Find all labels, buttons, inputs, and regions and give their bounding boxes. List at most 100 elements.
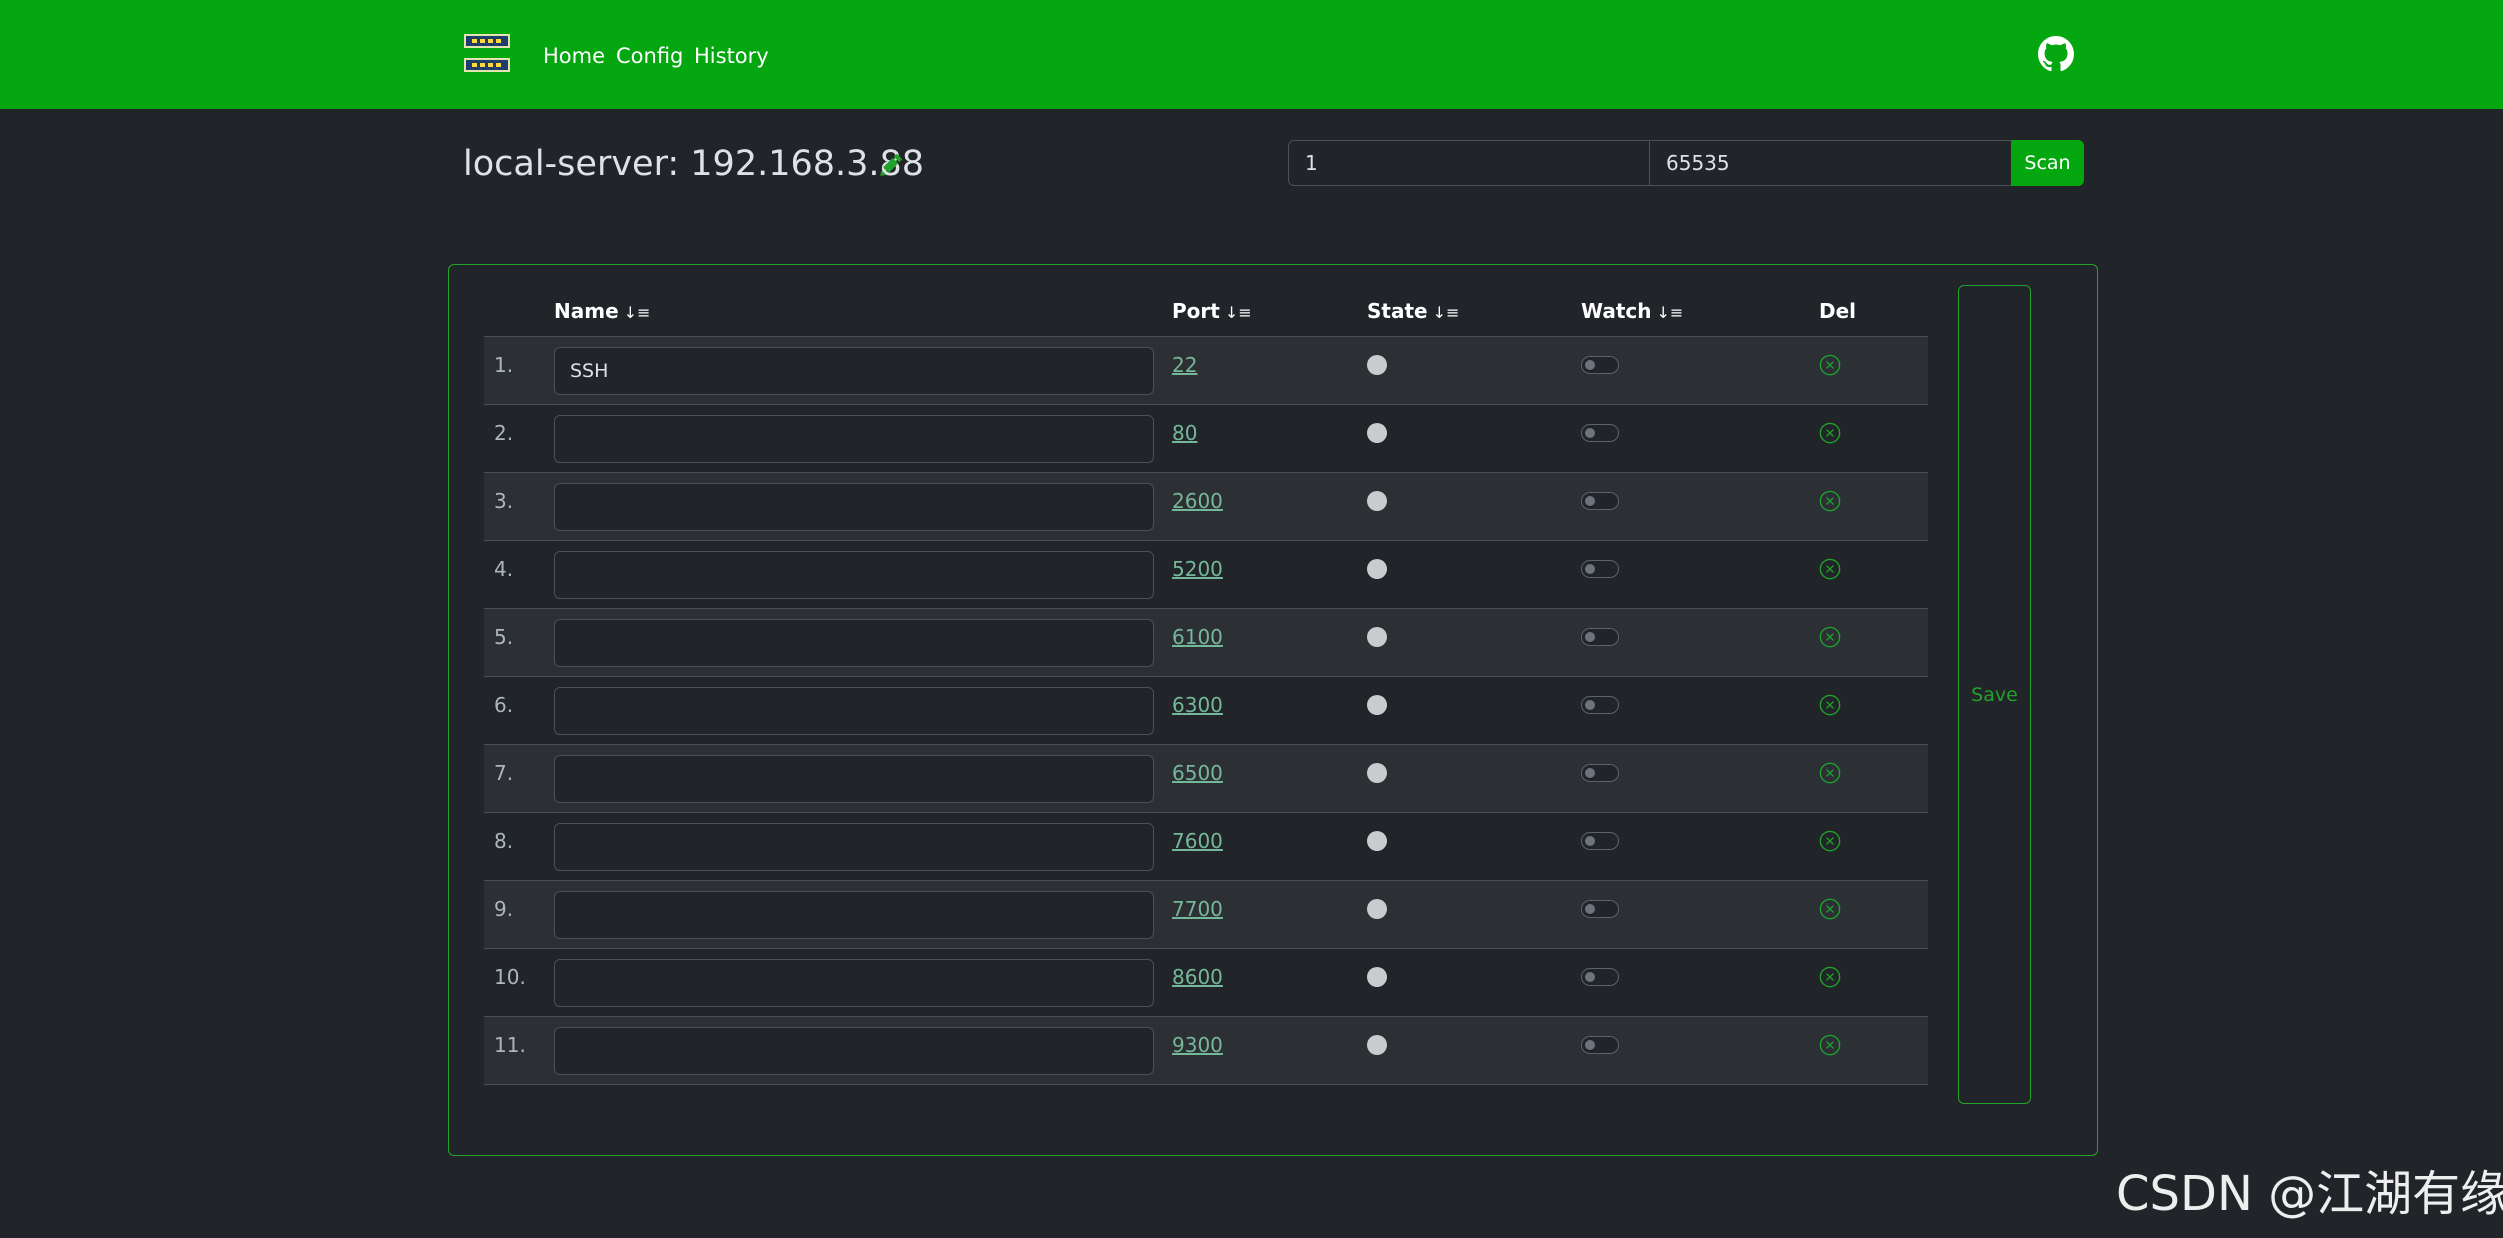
circle-x-icon[interactable]	[1819, 626, 1841, 648]
port-name-input[interactable]	[554, 823, 1154, 871]
nav-home-link[interactable]: Home	[543, 40, 605, 72]
github-icon[interactable]	[2038, 36, 2074, 72]
circle-x-icon[interactable]	[1819, 694, 1841, 716]
watch-toggle[interactable]	[1581, 900, 1619, 918]
watch-toggle[interactable]	[1581, 764, 1619, 782]
state-dot-icon	[1367, 423, 1387, 443]
port-name-input[interactable]	[554, 891, 1154, 939]
table-row: 7. 6500	[484, 745, 1928, 813]
port-link[interactable]: 22	[1172, 337, 1197, 393]
port-link[interactable]: 8600	[1172, 949, 1223, 1005]
circle-x-icon[interactable]	[1819, 898, 1841, 920]
circle-x-icon[interactable]	[1819, 830, 1841, 852]
port-name-input[interactable]	[554, 619, 1154, 667]
circle-x-icon[interactable]	[1819, 490, 1841, 512]
port-name-input[interactable]	[554, 959, 1154, 1007]
watch-toggle[interactable]	[1581, 1036, 1619, 1054]
port-range-start-input[interactable]	[1288, 140, 1650, 186]
port-name-input[interactable]	[554, 415, 1154, 463]
row-index: 9.	[494, 897, 514, 921]
port-link[interactable]: 2600	[1172, 473, 1223, 529]
toggle-knob	[1585, 972, 1595, 982]
circle-x-icon[interactable]	[1819, 1034, 1841, 1056]
port-link[interactable]: 7700	[1172, 881, 1223, 937]
column-name-label: Name	[554, 299, 619, 323]
watch-toggle[interactable]	[1581, 832, 1619, 850]
pencil-icon[interactable]	[878, 154, 902, 178]
state-dot-icon	[1367, 1035, 1387, 1055]
toggle-knob	[1585, 836, 1595, 846]
port-name-input[interactable]	[554, 687, 1154, 735]
server-logo-icon[interactable]	[464, 34, 510, 74]
port-link[interactable]: 5200	[1172, 541, 1223, 597]
table-row: 10. 8600	[484, 949, 1928, 1017]
port-link[interactable]: 80	[1172, 405, 1197, 461]
nav-config-link[interactable]: Config	[616, 40, 683, 72]
circle-x-icon[interactable]	[1819, 558, 1841, 580]
sort-icon[interactable]: ↓≡	[1433, 300, 1460, 326]
state-dot-icon	[1367, 627, 1387, 647]
column-header-del: Del	[1819, 298, 1856, 324]
state-dot-icon	[1367, 491, 1387, 511]
port-link[interactable]: 6500	[1172, 745, 1223, 801]
table-row: 5. 6100	[484, 609, 1928, 677]
table-row: 6. 6300	[484, 677, 1928, 745]
column-header-name[interactable]: Name ↓≡	[554, 298, 650, 326]
port-link[interactable]: 6100	[1172, 609, 1223, 665]
sort-icon[interactable]: ↓≡	[1657, 300, 1684, 326]
table-row: 11. 9300	[484, 1017, 1928, 1085]
save-button[interactable]: Save	[1958, 285, 2031, 1104]
watch-toggle[interactable]	[1581, 696, 1619, 714]
table-body: 1.222.803.26004.52005.61006.63007.65008.…	[484, 337, 1928, 1085]
watch-toggle[interactable]	[1581, 424, 1619, 442]
row-index: 11.	[494, 1033, 526, 1057]
toggle-knob	[1585, 564, 1595, 574]
state-dot-icon	[1367, 559, 1387, 579]
state-dot-icon	[1367, 763, 1387, 783]
port-link[interactable]: 7600	[1172, 813, 1223, 869]
row-index: 4.	[494, 557, 514, 581]
port-link[interactable]: 6300	[1172, 677, 1223, 733]
logo-bar-top	[464, 34, 510, 48]
sort-icon[interactable]: ↓≡	[1225, 300, 1252, 326]
table-row: 4. 5200	[484, 541, 1928, 609]
row-index: 5.	[494, 625, 514, 649]
circle-x-icon[interactable]	[1819, 422, 1841, 444]
top-navbar: Home Config History	[0, 0, 2503, 109]
port-range-end-input[interactable]	[1649, 140, 2012, 186]
port-name-input[interactable]	[554, 755, 1154, 803]
row-index: 1.	[494, 353, 514, 377]
circle-x-icon[interactable]	[1819, 762, 1841, 784]
circle-x-icon[interactable]	[1819, 354, 1841, 376]
state-dot-icon	[1367, 695, 1387, 715]
toggle-knob	[1585, 700, 1595, 710]
toggle-knob	[1585, 904, 1595, 914]
row-index: 7.	[494, 761, 514, 785]
port-link[interactable]: 9300	[1172, 1017, 1223, 1073]
column-watch-label: Watch	[1581, 299, 1652, 323]
table-row: 9. 7700	[484, 881, 1928, 949]
port-name-input[interactable]	[554, 347, 1154, 395]
watermark: CSDN @江湖有缘	[2116, 1166, 2503, 1222]
nav-history-link[interactable]: History	[694, 40, 769, 72]
column-header-state[interactable]: State ↓≡	[1367, 298, 1459, 326]
column-state-label: State	[1367, 299, 1428, 323]
column-header-port[interactable]: Port ↓≡	[1172, 298, 1252, 326]
watch-toggle[interactable]	[1581, 968, 1619, 986]
toggle-knob	[1585, 768, 1595, 778]
watch-toggle[interactable]	[1581, 628, 1619, 646]
watch-toggle[interactable]	[1581, 560, 1619, 578]
scan-button[interactable]: Scan	[2011, 140, 2084, 186]
row-index: 8.	[494, 829, 514, 853]
port-name-input[interactable]	[554, 483, 1154, 531]
table-header: Name ↓≡ Port ↓≡ State ↓≡ Watch ↓≡ Del	[484, 288, 1928, 337]
column-header-watch[interactable]: Watch ↓≡	[1581, 298, 1683, 326]
toggle-knob	[1585, 632, 1595, 642]
port-name-input[interactable]	[554, 1027, 1154, 1075]
port-name-input[interactable]	[554, 551, 1154, 599]
circle-x-icon[interactable]	[1819, 966, 1841, 988]
column-port-label: Port	[1172, 299, 1220, 323]
watch-toggle[interactable]	[1581, 356, 1619, 374]
watch-toggle[interactable]	[1581, 492, 1619, 510]
sort-icon[interactable]: ↓≡	[624, 300, 651, 326]
